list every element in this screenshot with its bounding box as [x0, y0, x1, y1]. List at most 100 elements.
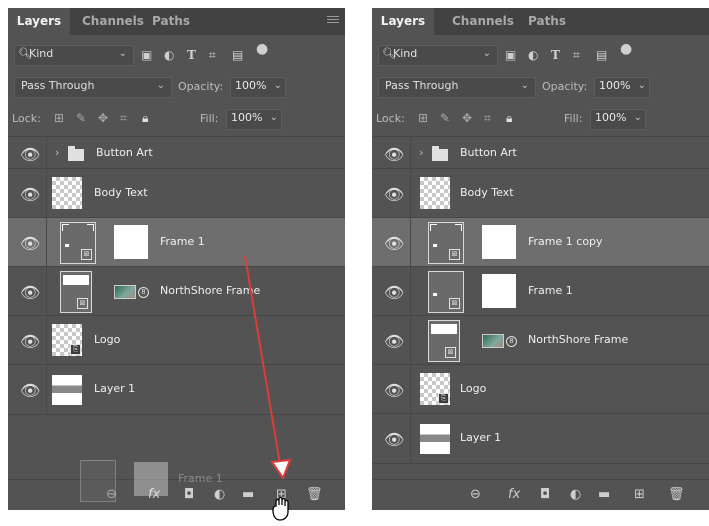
fill-label: Fill:	[200, 112, 219, 125]
layer-name: Button Art	[96, 146, 153, 159]
layer-thumbnail	[52, 375, 82, 405]
lock-all-icon[interactable]: 🔒︎	[506, 111, 512, 126]
layer-name: Logo	[460, 382, 487, 395]
fill-value: 100%	[231, 111, 263, 124]
adjustment-layer-icon[interactable]: ◐	[570, 487, 581, 502]
layer-row[interactable]: 👁︎ › Button Art	[372, 136, 709, 169]
row-divider	[410, 267, 411, 316]
visibility-eye-icon[interactable]: 👁︎	[20, 283, 40, 302]
frame-thumbnail: ⊠	[428, 222, 464, 264]
delete-layer-icon[interactable]: 🗑︎	[668, 487, 685, 502]
row-divider	[46, 218, 47, 267]
kind-filter-select[interactable]: 🔍︎ Kind ⌄	[14, 45, 134, 66]
visibility-eye-icon[interactable]: 👁︎	[20, 185, 40, 204]
fill-field[interactable]: 100% ⌄	[226, 109, 282, 130]
delete-layer-icon[interactable]: 🗑︎	[306, 487, 323, 502]
layer-row[interactable]: 👁︎ ⎘ Logo	[8, 315, 345, 365]
filter-row: 🔍︎ Kind ⌄ ▣ ◐ T ⌗ ▤ ●	[372, 41, 709, 67]
layer-row[interactable]: 👁︎ Layer 1	[372, 413, 709, 464]
filter-toggle-icon[interactable]: ●	[256, 41, 268, 57]
visibility-eye-icon[interactable]: 👁︎	[384, 283, 404, 302]
layer-row-selected[interactable]: 👁︎ ⊠ Frame 1 copy	[372, 217, 709, 267]
lock-image-icon[interactable]: ✎	[440, 111, 450, 125]
adjustment-filter-icon[interactable]: ◐	[528, 48, 538, 62]
opacity-field[interactable]: 100% ⌄	[594, 77, 650, 98]
blend-row: Pass Through ⌄ Opacity: 100% ⌄	[372, 76, 709, 98]
frame-content-thumbnail	[482, 225, 516, 259]
layer-row[interactable]: 👁︎ Body Text	[372, 168, 709, 218]
frame-content-thumbnail	[134, 462, 168, 496]
smart-object-filter-icon[interactable]: ▤	[596, 48, 607, 62]
layer-name: Frame 1 copy	[528, 235, 603, 248]
lock-artboard-icon[interactable]: ⌗	[484, 111, 491, 126]
tab-layers[interactable]: Layers	[8, 8, 70, 35]
visibility-eye-icon[interactable]: 👁︎	[384, 430, 404, 449]
visibility-eye-icon[interactable]: 👁︎	[384, 145, 404, 164]
frame-content-icon: ⊠	[449, 298, 460, 309]
visibility-eye-icon[interactable]: 👁︎	[20, 234, 40, 253]
shape-filter-icon[interactable]: ⌗	[573, 48, 580, 63]
layer-row[interactable]: 👁︎ › Button Art	[8, 136, 345, 169]
visibility-eye-icon[interactable]: 👁︎	[384, 185, 404, 204]
layer-row-selected[interactable]: 👁︎ ⊠ Frame 1	[8, 217, 345, 267]
type-filter-icon[interactable]: T	[187, 48, 196, 62]
chevron-down-icon: ⌄	[269, 112, 278, 123]
lock-position-icon[interactable]: ✥	[462, 111, 472, 125]
layer-row[interactable]: 👁︎ ⊠ 8 NorthShore Frame	[372, 315, 709, 365]
blend-mode-select[interactable]: Pass Through ⌄	[14, 77, 172, 98]
layer-row[interactable]: 👁︎ ⎘ Logo	[372, 364, 709, 414]
lock-all-icon[interactable]: 🔒︎	[142, 111, 148, 126]
blend-mode-select[interactable]: Pass Through ⌄	[378, 77, 536, 98]
tab-paths[interactable]: Paths	[528, 8, 566, 35]
layer-row[interactable]: 👁︎ Layer 1	[8, 364, 345, 415]
shape-filter-icon[interactable]: ⌗	[209, 48, 216, 63]
tab-channels[interactable]: Channels	[82, 8, 144, 35]
tab-layers[interactable]: Layers	[372, 8, 434, 35]
lock-image-icon[interactable]: ✎	[76, 111, 86, 125]
pixel-filter-icon[interactable]: ▣	[505, 48, 516, 62]
frame-content-icon: ⊠	[445, 347, 456, 358]
layer-name: Frame 1	[160, 235, 205, 248]
link-layers-icon[interactable]: ⊖	[470, 487, 481, 502]
lock-artboard-icon[interactable]: ⌗	[120, 111, 127, 126]
smart-object-icon: ⎘	[438, 393, 449, 404]
fx-icon[interactable]: fx	[508, 487, 520, 502]
layer-row[interactable]: 👁︎ ⊠ 8 NorthShore Frame	[8, 266, 345, 316]
lock-transparent-icon[interactable]: ⊞	[54, 111, 64, 125]
adjustment-filter-icon[interactable]: ◐	[164, 48, 174, 62]
opacity-field[interactable]: 100% ⌄	[230, 77, 286, 98]
lock-transparent-icon[interactable]: ⊞	[418, 111, 428, 125]
layer-name: Body Text	[94, 186, 148, 199]
smart-object-filter-icon[interactable]: ▤	[232, 48, 243, 62]
new-layer-icon[interactable]: ⊞	[634, 487, 645, 502]
layer-row[interactable]: 👁︎ Body Text	[8, 168, 345, 218]
tab-channels[interactable]: Channels	[452, 8, 514, 35]
layer-name: Button Art	[460, 146, 517, 159]
visibility-eye-icon[interactable]: 👁︎	[384, 332, 404, 351]
visibility-eye-icon[interactable]: 👁︎	[20, 381, 40, 400]
layer-row[interactable]: 👁︎ ⊠ Frame 1	[372, 266, 709, 316]
visibility-eye-icon[interactable]: 👁︎	[20, 145, 40, 164]
row-divider	[410, 169, 411, 218]
row-divider	[46, 137, 47, 169]
fill-field[interactable]: 100% ⌄	[590, 109, 646, 130]
lock-position-icon[interactable]: ✥	[98, 111, 108, 125]
pixel-filter-icon[interactable]: ▣	[141, 48, 152, 62]
panel-footer: ⊖ fx ◘ ◐ ▬ ⊞ 🗑︎	[372, 479, 709, 510]
new-group-icon[interactable]: ▬	[598, 487, 610, 502]
panel-menu-icon[interactable]	[327, 14, 339, 26]
visibility-eye-icon[interactable]: 👁︎	[20, 332, 40, 351]
blend-mode-value: Pass Through	[385, 79, 459, 92]
kind-filter-select[interactable]: 🔍︎ Kind ⌄	[378, 45, 498, 66]
tab-paths[interactable]: Paths	[152, 8, 190, 35]
visibility-eye-icon[interactable]: 👁︎	[384, 234, 404, 253]
chevron-down-icon: ⌄	[273, 80, 282, 91]
layer-name: Logo	[94, 333, 121, 346]
type-filter-icon[interactable]: T	[551, 48, 560, 62]
visibility-eye-icon[interactable]: 👁︎	[384, 381, 404, 400]
chevron-right-icon[interactable]: ›	[55, 146, 59, 159]
filter-toggle-icon[interactable]: ●	[620, 41, 632, 57]
chevron-right-icon[interactable]: ›	[419, 146, 423, 159]
lock-row: Lock: ⊞ ✎ ✥ ⌗ 🔒︎ Fill: 100% ⌄	[372, 108, 709, 130]
add-mask-icon[interactable]: ◘	[540, 487, 550, 502]
